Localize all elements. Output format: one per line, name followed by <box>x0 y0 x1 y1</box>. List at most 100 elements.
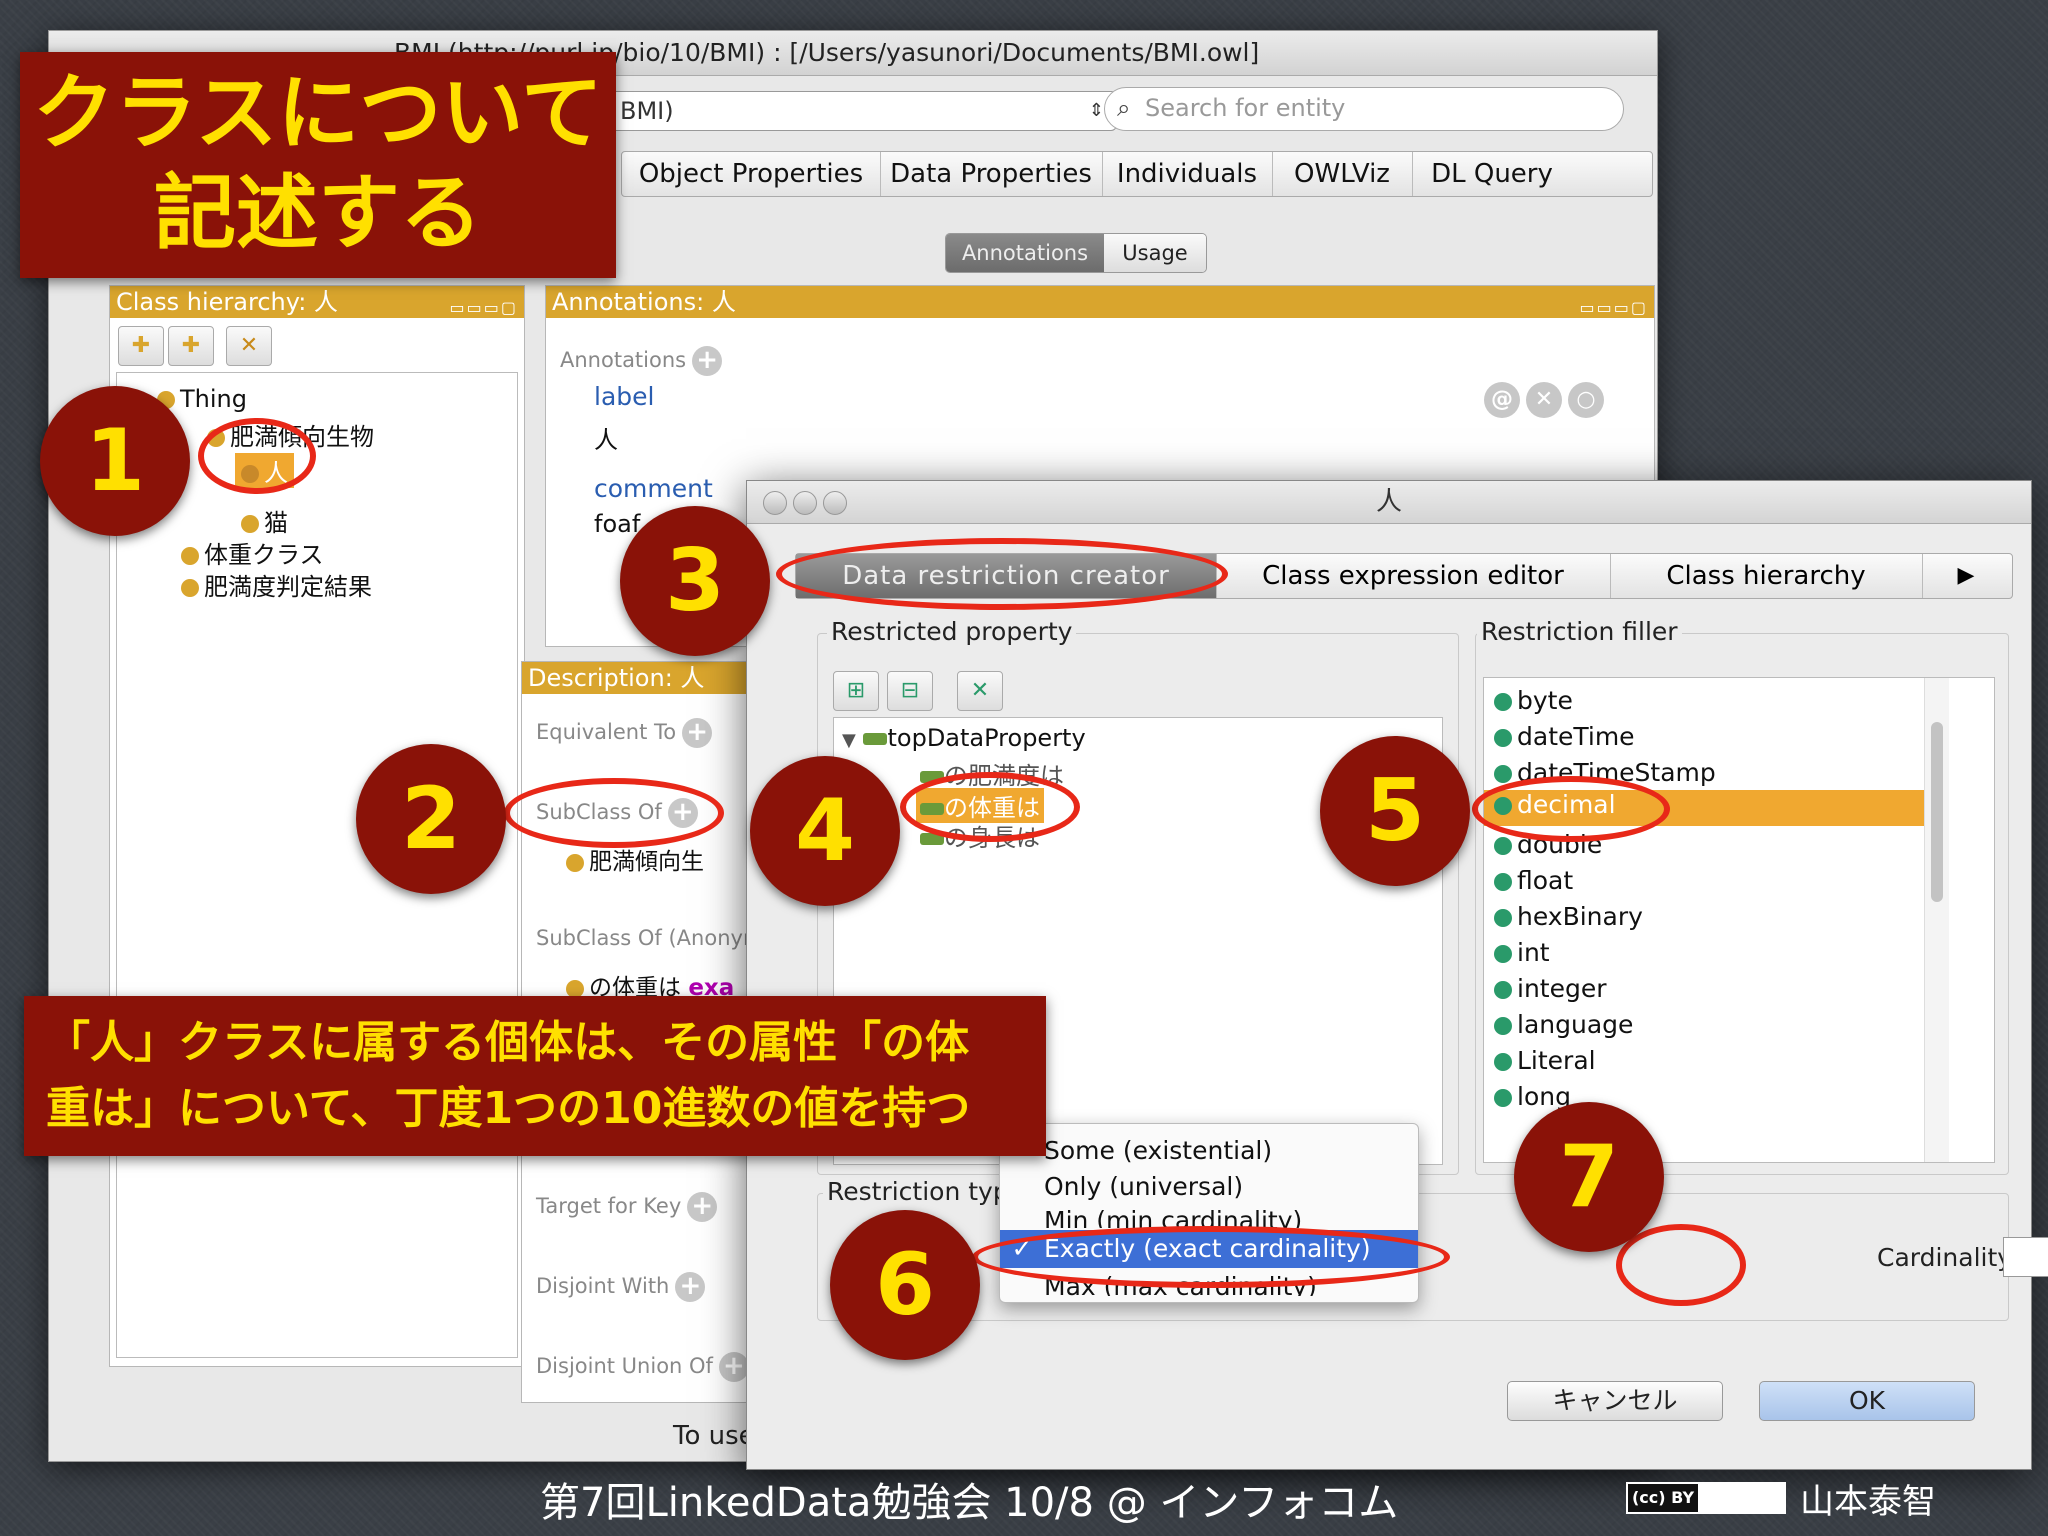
subtab-usage[interactable]: Usage <box>1104 234 1206 272</box>
ontology-combo[interactable]: BMI) ⇕ <box>609 91 1117 131</box>
cancel-button[interactable]: キャンセル <box>1507 1381 1723 1421</box>
add-sub-property-icon[interactable]: ⊞ <box>833 671 879 711</box>
filler-item[interactable]: language <box>1494 1010 1633 1039</box>
highlight-ring-cardinality <box>1616 1224 1746 1306</box>
annotations-usage-toggle: Annotations Usage <box>945 233 1207 273</box>
ok-button[interactable]: OK <box>1759 1381 1975 1421</box>
cardinality-label: Cardinality <box>1877 1243 2013 1272</box>
datatype-icon <box>1494 909 1512 927</box>
delete-icon[interactable]: ✕ <box>1526 382 1562 418</box>
filler-item[interactable]: int <box>1494 938 1550 967</box>
slide-title-line1: クラスについて <box>33 66 603 161</box>
target-for-key-label: Target for Key + <box>536 1192 718 1222</box>
at-icon[interactable]: @ <box>1484 382 1520 418</box>
class-icon <box>181 579 199 597</box>
tab-individuals[interactable]: Individuals <box>1102 152 1273 196</box>
tab-object-properties[interactable]: Object Properties <box>622 152 881 196</box>
tab-dl-query[interactable]: DL Query <box>1412 152 1572 196</box>
tree-item-weight-class[interactable]: 体重クラス <box>181 535 324 570</box>
datatype-icon <box>1494 1089 1512 1107</box>
description-header: Description: 人 <box>522 662 762 694</box>
annotation-comment-value: foaf <box>594 510 641 538</box>
filler-item[interactable]: Literal <box>1494 1046 1596 1075</box>
filler-item[interactable]: byte <box>1494 686 1573 715</box>
slide-author: 山本泰智 <box>1800 1482 1936 1522</box>
filler-list: byte dateTime dateTimeStamp decimal doub… <box>1483 677 1995 1163</box>
search-input[interactable]: ⌕ Search for entity <box>1104 87 1624 131</box>
annotations-title: Annotations: 人 <box>552 288 736 316</box>
ontology-combo-value: BMI) <box>620 97 674 125</box>
tab-data-properties[interactable]: Data Properties <box>880 152 1103 196</box>
zoom-window-icon[interactable] <box>823 491 847 515</box>
filler-scrollbar[interactable] <box>1924 678 1949 1162</box>
menu-item-min[interactable]: Min (min cardinality) <box>1000 1204 1418 1228</box>
tab-owlviz[interactable]: OWLViz <box>1272 152 1413 196</box>
caption-line2: 重は」について、丁度1つの10進数の値を持つ <box>46 1083 971 1134</box>
slide-title-banner: クラスについて 記述する <box>20 52 616 278</box>
chevron-updown-icon: ⇕ <box>1088 100 1104 121</box>
class-hierarchy-header: Class hierarchy: 人 ▭▭▭▢ <box>110 286 524 318</box>
equivalent-to-label: Equivalent To + <box>536 718 713 748</box>
add-annotation-icon[interactable]: + <box>692 346 723 376</box>
highlight-ring-human-class <box>198 418 316 494</box>
tab-scroll-right-icon[interactable]: ▶ <box>1922 554 2010 598</box>
slide-title-line2: 記述する <box>153 166 482 261</box>
tree-item-bmi-result[interactable]: 肥満度判定結果 <box>181 567 372 602</box>
class-icon <box>181 547 199 565</box>
filler-scroll-thumb[interactable] <box>1931 722 1943 902</box>
datatype-icon <box>1494 981 1512 999</box>
edit-icon[interactable]: ○ <box>1568 382 1604 418</box>
search-placeholder: Search for entity <box>1145 94 1346 122</box>
highlight-ring-exactly <box>972 1226 1450 1288</box>
add-subclass-icon[interactable]: ✚ <box>118 326 164 366</box>
add-key-icon[interactable]: + <box>687 1192 718 1222</box>
class-icon <box>566 979 584 998</box>
add-disjoint-union-icon[interactable]: + <box>718 1352 749 1382</box>
close-window-icon[interactable] <box>763 491 787 515</box>
dialog-title: 人 <box>1375 487 1402 517</box>
subclass-anonymous-label: SubClass Of (Anonym <box>536 926 764 950</box>
filler-item[interactable]: hexBinary <box>1494 902 1643 931</box>
datatype-icon <box>1494 693 1512 711</box>
slide-footer: 第7回LinkedData勉強会 10/8 @ インフォコム <box>540 1480 1399 1526</box>
tree-item-thing[interactable]: Thing <box>157 385 247 413</box>
add-sibling-class-icon[interactable]: ✚ <box>168 326 214 366</box>
data-property-icon <box>863 733 888 745</box>
datatype-icon <box>1494 729 1512 747</box>
caption-line1: 「人」クラスに属する個体は、その属性「の体 <box>46 1017 970 1068</box>
tab-class-hierarchy[interactable]: Class hierarchy <box>1610 554 1923 598</box>
datatype-icon <box>1494 837 1512 855</box>
restriction-type-label: Restriction typ <box>823 1177 1013 1206</box>
step-marker-6: 6 <box>830 1210 980 1360</box>
highlight-ring-weight-property <box>900 772 1080 842</box>
annotation-label-key[interactable]: label <box>594 382 654 411</box>
add-equivalent-icon[interactable]: + <box>682 718 713 748</box>
step-marker-2: 2 <box>356 744 506 894</box>
add-sibling-property-icon[interactable]: ⊟ <box>887 671 933 711</box>
class-icon <box>241 515 259 533</box>
subtab-annotations[interactable]: Annotations <box>946 234 1104 272</box>
tree-item-top-data-property[interactable]: ▼ topDataProperty <box>842 724 1086 752</box>
panel-window-buttons-icon[interactable]: ▭▭▭▢ <box>1580 292 1648 324</box>
datatype-icon <box>1494 945 1512 963</box>
filler-item[interactable]: dateTime <box>1494 722 1635 751</box>
delete-class-icon[interactable]: ✕ <box>226 326 272 366</box>
annotation-comment-key[interactable]: comment <box>594 474 713 503</box>
minimize-window-icon[interactable] <box>793 491 817 515</box>
tree-item-cat[interactable]: 猫 <box>241 503 288 538</box>
search-icon: ⌕ <box>1117 94 1131 122</box>
panel-window-buttons-icon[interactable]: ▭▭▭▢ <box>450 292 518 324</box>
menu-item-some[interactable]: Some (existential) <box>1000 1134 1418 1168</box>
step-marker-7: 7 <box>1514 1102 1664 1252</box>
tab-class-expression-editor[interactable]: Class expression editor <box>1216 554 1611 598</box>
add-disjoint-icon[interactable]: + <box>675 1272 706 1302</box>
filler-item[interactable]: float <box>1494 866 1573 895</box>
step-marker-4: 4 <box>750 756 900 906</box>
filler-item[interactable]: integer <box>1494 974 1607 1003</box>
delete-property-icon[interactable]: ✕ <box>957 671 1003 711</box>
filler-item[interactable]: long <box>1494 1082 1571 1111</box>
menu-item-only[interactable]: Only (universal) <box>1000 1170 1418 1204</box>
expand-arrow-icon[interactable]: ▼ <box>842 730 856 751</box>
cardinality-input[interactable]: 1 <box>2003 1237 2048 1277</box>
caption-banner: 「人」クラスに属する個体は、その属性「の体 重は」について、丁度1つの10進数の… <box>24 996 1046 1156</box>
